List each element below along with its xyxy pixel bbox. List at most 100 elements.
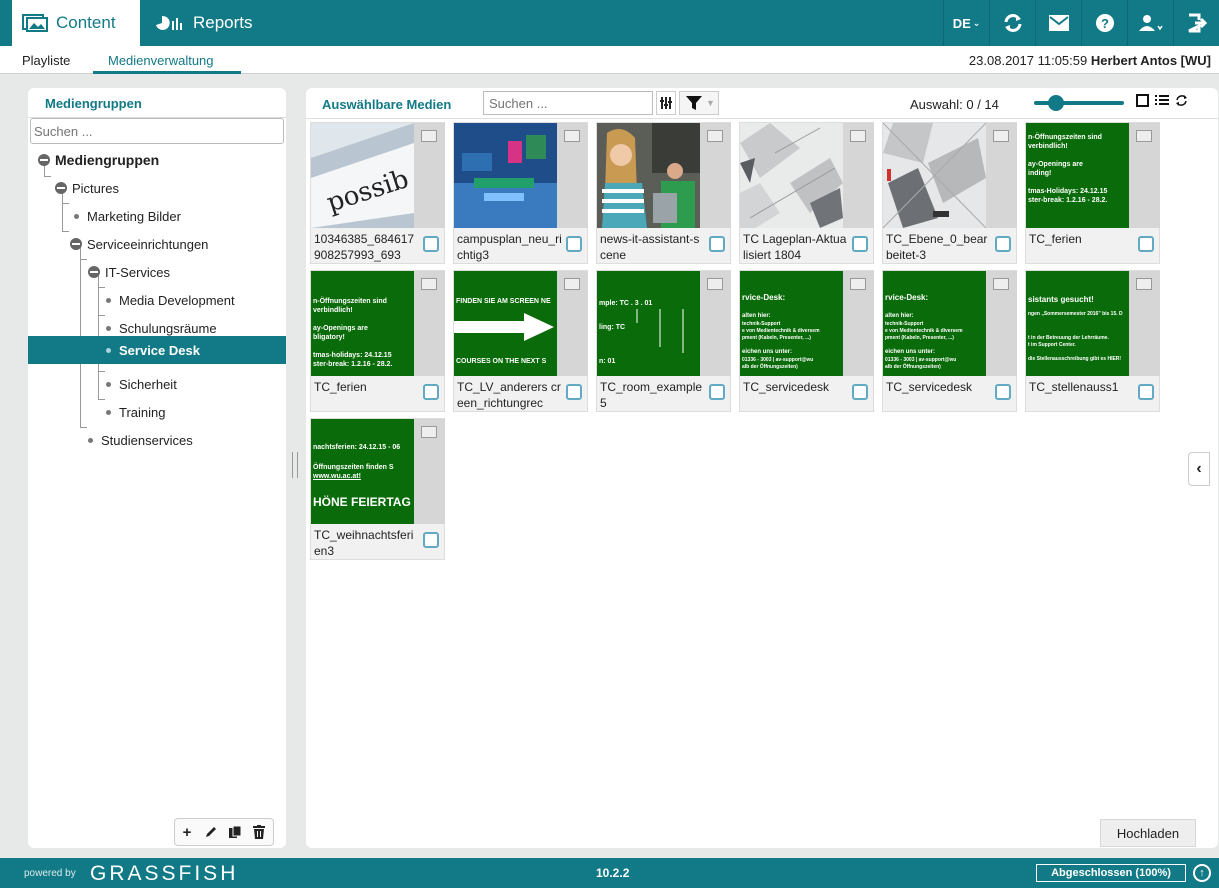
tree-node-studienservices[interactable]: Studienservices bbox=[88, 426, 193, 454]
collapse-icon[interactable] bbox=[38, 154, 50, 166]
copy-icon[interactable] bbox=[223, 819, 247, 845]
upload-status[interactable]: Abgeschlossen (100%) bbox=[1036, 864, 1186, 882]
media-search-input[interactable] bbox=[483, 91, 653, 115]
image-icon bbox=[564, 278, 580, 290]
thumb-text: FINDEN SIE AM SCREEN NE bbox=[456, 298, 551, 305]
thumbnail bbox=[597, 123, 700, 228]
footer: powered by GRASSFISH 10.2.2 Abgeschlosse… bbox=[0, 858, 1219, 888]
select-checkbox[interactable] bbox=[709, 236, 725, 252]
session-info: 23.08.2017 11:05:59 Herbert Antos [WU] bbox=[969, 53, 1211, 68]
upload-arrow-icon[interactable]: ↑ bbox=[1193, 864, 1211, 882]
media-tile[interactable]: sistants gesucht! ngen „Sommersemester 2… bbox=[1025, 270, 1160, 412]
delete-icon[interactable] bbox=[247, 819, 271, 845]
zoom-slider-thumb[interactable] bbox=[1048, 95, 1064, 111]
tile-label: campusplan_neu_richtig3 bbox=[457, 232, 562, 262]
help-icon[interactable]: ? bbox=[1081, 0, 1127, 46]
image-icon bbox=[1136, 278, 1152, 290]
thumb-text: verbindlich! bbox=[313, 307, 353, 314]
thumbnail: possib bbox=[311, 123, 414, 228]
bullet-icon bbox=[106, 325, 111, 331]
tree-node-marketing[interactable]: Marketing Bilder bbox=[74, 202, 181, 230]
mail-icon[interactable] bbox=[1035, 0, 1081, 46]
list-view-icon[interactable] bbox=[1155, 94, 1169, 110]
media-tile[interactable]: TC Lageplan-Aktualisiert 1804 bbox=[739, 122, 874, 264]
media-tile[interactable]: n-Öffnungszeiten sind verbindlich! ay-Op… bbox=[1025, 122, 1160, 264]
tree-node-serviceeinrichtungen[interactable]: Serviceeinrichtungen bbox=[70, 230, 208, 258]
sort-icon[interactable] bbox=[656, 91, 676, 115]
thumb-text: technik-Support bbox=[742, 321, 781, 327]
media-tile[interactable]: nachtsferien: 24.12.15 - 06 Öffnungszeit… bbox=[310, 418, 445, 560]
tab-playliste[interactable]: Playliste bbox=[22, 53, 70, 68]
tree-node-media-development[interactable]: Media Development bbox=[106, 286, 235, 314]
panel-splitter[interactable] bbox=[292, 452, 298, 478]
select-checkbox[interactable] bbox=[1138, 384, 1154, 400]
bullet-icon bbox=[106, 381, 111, 387]
select-checkbox[interactable] bbox=[709, 384, 725, 400]
media-icon bbox=[22, 14, 48, 32]
select-checkbox[interactable] bbox=[995, 384, 1011, 400]
thumb-text: t im Support Center. bbox=[1028, 342, 1076, 348]
select-checkbox[interactable] bbox=[423, 236, 439, 252]
tree-node-root[interactable]: Mediengruppen bbox=[38, 146, 159, 174]
tab-reports-label: Reports bbox=[193, 13, 253, 32]
thumb-text: tmas-Holidays: 24.12.15 bbox=[1028, 188, 1108, 195]
select-checkbox[interactable] bbox=[852, 236, 868, 252]
tab-reports[interactable]: Reports bbox=[155, 0, 253, 46]
media-tile[interactable]: FINDEN SIE AM SCREEN NE COURSES ON THE N… bbox=[453, 270, 588, 412]
add-icon[interactable]: + bbox=[175, 819, 199, 845]
media-tile[interactable]: mple: TC . 3 . 01 ling: TC n: 01 TC_room… bbox=[596, 270, 731, 412]
select-checkbox[interactable] bbox=[566, 384, 582, 400]
media-tile[interactable]: n-Öffnungszeiten sind verbindlich! ay-Op… bbox=[310, 270, 445, 412]
group-search-input[interactable] bbox=[30, 118, 284, 144]
select-checkbox[interactable] bbox=[423, 532, 439, 548]
select-checkbox[interactable] bbox=[1138, 236, 1154, 252]
collapse-icon[interactable] bbox=[88, 266, 100, 278]
selection-count: Auswahl: 0 / 14 bbox=[910, 97, 999, 112]
refresh-icon[interactable] bbox=[989, 0, 1035, 46]
tree-node-label: Schulungsräume bbox=[119, 320, 217, 336]
collapse-icon[interactable] bbox=[55, 182, 67, 194]
filter-button[interactable]: ▼ bbox=[679, 91, 719, 115]
thumbnail-sidebar bbox=[986, 123, 1017, 228]
tile-label: TC_servicedesk bbox=[743, 380, 830, 394]
tree-node-service-desk[interactable]: Service Desk bbox=[106, 336, 200, 364]
thumb-text: n-Öffnungszeiten sind bbox=[313, 298, 387, 305]
thumb-text: mple: TC . 3 . 01 bbox=[599, 300, 653, 307]
upload-button[interactable]: Hochladen bbox=[1100, 819, 1196, 847]
select-checkbox[interactable] bbox=[852, 384, 868, 400]
logout-icon[interactable] bbox=[1173, 0, 1219, 46]
select-checkbox[interactable] bbox=[995, 236, 1011, 252]
tab-content[interactable]: Content bbox=[12, 0, 140, 46]
tree-node-sicherheit[interactable]: Sicherheit bbox=[106, 370, 177, 398]
thumbnail-sidebar bbox=[843, 271, 874, 376]
select-checkbox[interactable] bbox=[566, 236, 582, 252]
media-tile[interactable]: rvice-Desk: alten hier: technik-Support … bbox=[739, 270, 874, 412]
thumbnail-sidebar bbox=[1129, 271, 1160, 376]
media-tile[interactable]: news-it-assistant-scene bbox=[596, 122, 731, 264]
tree-node-pictures[interactable]: Pictures bbox=[55, 174, 119, 202]
thumb-text: e von Medientechnik & diversem bbox=[742, 328, 820, 334]
edit-icon[interactable] bbox=[199, 819, 223, 845]
select-checkbox[interactable] bbox=[423, 384, 439, 400]
refresh-icon[interactable] bbox=[1175, 94, 1188, 110]
divider bbox=[306, 118, 1218, 119]
thumb-text: ay-Openings are bbox=[313, 325, 368, 332]
user-menu-icon[interactable] bbox=[1127, 0, 1173, 46]
media-tile[interactable]: TC_Ebene_0_bearbeitet-3 bbox=[882, 122, 1017, 264]
media-groups-panel: Mediengruppen Mediengruppen Pictures Mar… bbox=[28, 88, 286, 848]
group-actions: + bbox=[174, 818, 274, 846]
tree-line bbox=[98, 287, 105, 288]
chevron-left-icon[interactable]: ‹ bbox=[1188, 452, 1210, 486]
thumb-text: bligatory! bbox=[313, 334, 345, 341]
tile-label: TC_ferien bbox=[1029, 232, 1082, 246]
media-tile[interactable]: rvice-Desk: alten hier: technik-Support … bbox=[882, 270, 1017, 412]
tile-label: news-it-assistant-scene bbox=[600, 232, 700, 262]
grid-view-icon[interactable] bbox=[1136, 94, 1149, 110]
tab-medienverwaltung[interactable]: Medienverwaltung bbox=[108, 53, 214, 68]
media-tile[interactable]: campusplan_neu_richtig3 bbox=[453, 122, 588, 264]
tree-node-training[interactable]: Training bbox=[106, 398, 165, 426]
tree-node-it-services[interactable]: IT-Services bbox=[88, 258, 170, 286]
collapse-icon[interactable] bbox=[70, 238, 82, 250]
language-select[interactable]: DE ⌄ bbox=[943, 0, 989, 46]
media-tile[interactable]: possib 10346385_684617908257993_693 bbox=[310, 122, 445, 264]
